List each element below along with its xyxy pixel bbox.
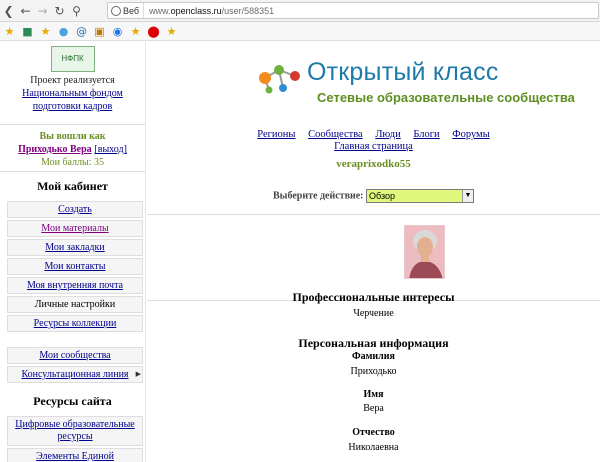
molecule-logo-icon [259,65,300,94]
consult-line-label: Консультационная линия [21,369,129,380]
opera-icon[interactable]: ⬤ [146,24,161,39]
url-domain: openclass.ru [170,5,222,16]
menu-item-collection[interactable]: Ресурсы коллекции [7,315,143,332]
fund-link[interactable]: Национальным фондом подготовки кадров [0,87,145,113]
interests-title: Профессиональные интересы [292,290,455,304]
web-search-button[interactable]: Веб [108,3,145,18]
chevron-down-icon: ▼ [462,190,473,202]
surname-value: Приходько [350,366,397,377]
surname-label: Фамилия [352,351,395,362]
forward-icon[interactable]: → [34,2,51,20]
cabinet-menu: Создать Мои материалы Мои закладки Мои к… [0,201,145,332]
back-icon[interactable]: ❮ [0,2,17,20]
address-bar[interactable]: Веб www.openclass.ru/user/588351 [107,2,599,19]
main-content: Открытый класс Сетевые образовательные с… [147,42,600,462]
web-button-label: Веб [123,5,140,16]
brand-subtitle: Сетевые образовательные сообщества [317,90,575,105]
back-arrow-icon[interactable]: ← [17,2,34,20]
menu-item-communities[interactable]: Мои сообщества [7,347,143,364]
url-path: /user/588351 [221,5,275,16]
profile-photo[interactable] [404,225,445,279]
nav-people[interactable]: Люди [375,129,400,140]
star-icon[interactable]: ★ [128,24,143,39]
folder-icon[interactable]: ▣ [92,24,107,39]
action-label: Выберите действие: [273,190,364,202]
cabinet-heading: Мой кабинет [37,179,108,193]
brand-title: Открытый класс [307,58,499,86]
profile-username: veraprixodko55 [336,158,411,170]
url-text[interactable]: www.openclass.ru/user/588351 [144,6,274,16]
bookmarks-bar: ★ ■ ★ ● @ ▣ ◉ ★ ⬤ ★ [0,22,600,41]
nav-communities[interactable]: Сообщества [308,129,363,140]
star-icon[interactable]: ★ [38,24,53,39]
action-row: Выберите действие: Обзор ▼ [147,189,600,203]
name-value: Вера [363,403,384,414]
nav-blogs[interactable]: Блоги [413,129,439,140]
menu-item-create[interactable]: Создать [7,201,143,218]
nfpk-logo[interactable]: НФПК [50,46,95,72]
menu-item-unified-elements[interactable]: Элементы Единой [7,448,143,462]
menu-item-consult-line[interactable]: Консультационная линия ▶ [7,366,143,383]
menu-item-contacts[interactable]: Мои контакты [7,258,143,275]
login-status: Вы вошли как Приходько Вера [выход] Мои … [0,124,145,172]
menu-item-settings[interactable]: Личные настройки [7,296,143,313]
interests-value: Черчение [353,308,394,319]
sponsor-block: НФПК Проект реализуется Национальным фон… [0,46,145,124]
menu-item-digital-resources[interactable]: Цифровые образовательные ресурсы [7,416,143,446]
logged-in-label: Вы вошли как [39,131,106,142]
patronymic-value: Николаевна [348,442,399,453]
globe-icon [111,5,121,16]
nav-regions[interactable]: Регионы [257,129,295,140]
url-prefix: www. [149,5,171,16]
resources-menu: Цифровые образовательные ресурсы Элемент… [0,416,145,462]
user-profile-link[interactable]: Приходько Вера [18,144,92,155]
menu-item-mail[interactable]: Моя внутренняя почта [7,277,143,294]
web-icon[interactable]: ◉ [110,24,125,39]
resources-heading: Ресурсы сайта [33,394,112,408]
site-logo[interactable]: Открытый класс Сетевые образовательные с… [255,58,595,128]
menu-item-my-materials[interactable]: Мои материалы [7,220,143,237]
star-icon[interactable]: ★ [164,24,179,39]
patronymic-label: Отчество [352,427,395,438]
key-icon[interactable]: ⚲ [68,2,85,20]
name-label: Имя [363,389,384,400]
project-text: Проект реализуется [30,75,115,86]
action-select[interactable]: Обзор ▼ [366,189,474,203]
points-text: Мои баллы: 35 [40,157,105,168]
action-select-value: Обзор [369,191,395,201]
community-menu: Мои сообщества Консультационная линия ▶ [0,347,145,383]
bookmark-icon[interactable]: ■ [20,24,35,39]
nav-forums[interactable]: Форумы [452,129,489,140]
personal-info-title: Персональная информация [298,336,449,350]
top-nav: Регионы Сообщества Люди Блоги Форумы Гла… [147,129,600,153]
mail-icon[interactable]: @ [74,24,89,39]
chat-icon[interactable]: ● [56,24,71,39]
submenu-arrow-icon: ▶ [135,370,141,378]
nav-home[interactable]: Главная страница [152,141,595,153]
avatar-image [405,226,444,278]
sidebar: НФПК Проект реализуется Национальным фон… [0,42,146,462]
reload-icon[interactable]: ↻ [51,2,68,20]
logout-link[interactable]: [выход] [94,144,127,155]
menu-item-bookmarks[interactable]: Мои закладки [7,239,143,256]
star-icon[interactable]: ★ [2,24,17,39]
logo-text: НФПК [61,54,84,63]
browser-toolbar: ❮ ← → ↻ ⚲ Веб www.openclass.ru/user/5883… [0,0,600,22]
divider [147,214,600,215]
